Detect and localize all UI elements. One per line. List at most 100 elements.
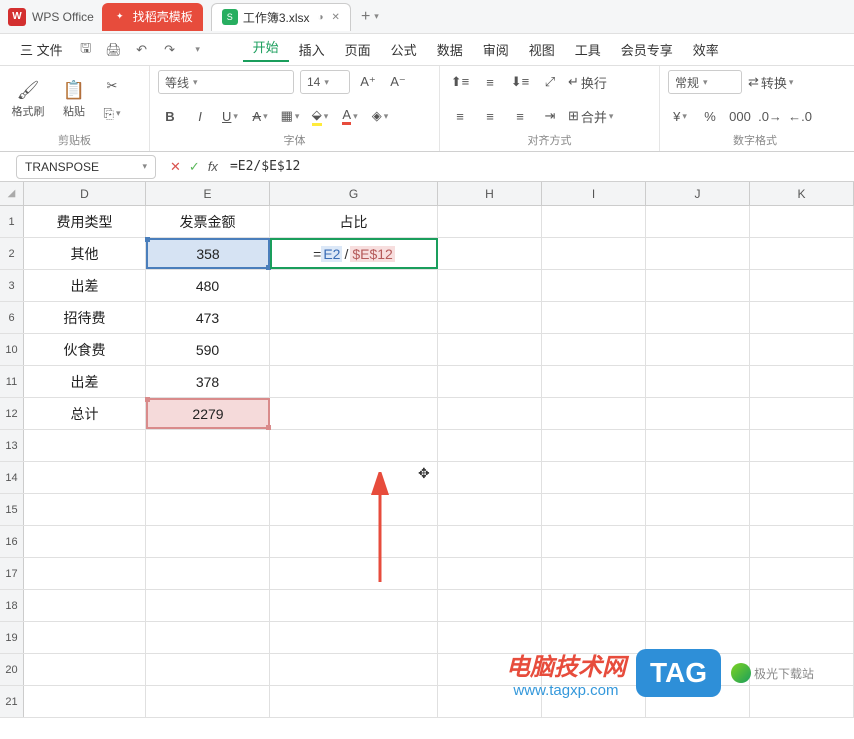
- spreadsheet-grid[interactable]: ◢ D E G H I J K 1费用类型发票金额占比2其他358= E2 / …: [0, 182, 854, 718]
- cell[interactable]: [750, 494, 854, 525]
- cell[interactable]: [146, 622, 270, 653]
- cell[interactable]: [146, 494, 270, 525]
- cell[interactable]: [270, 686, 438, 717]
- cell[interactable]: 出差: [24, 270, 146, 301]
- percent-button[interactable]: %: [698, 104, 722, 128]
- cut-button[interactable]: ✂: [100, 74, 124, 98]
- undo-icon[interactable]: ↶: [129, 37, 155, 63]
- font-grow-button[interactable]: A⁺: [356, 70, 380, 94]
- cell[interactable]: [646, 494, 750, 525]
- tab-view[interactable]: 视图: [519, 40, 565, 59]
- file-menu[interactable]: 三 文件: [10, 40, 73, 59]
- tab-data[interactable]: 数据: [427, 40, 473, 59]
- cell[interactable]: [24, 686, 146, 717]
- cell[interactable]: 招待费: [24, 302, 146, 333]
- currency-button[interactable]: ¥▾: [668, 104, 692, 128]
- print-icon[interactable]: 🖨: [101, 37, 127, 63]
- cell[interactable]: [750, 462, 854, 493]
- cell[interactable]: [438, 526, 542, 557]
- cell[interactable]: [542, 398, 646, 429]
- underline-button[interactable]: U▾: [218, 104, 242, 128]
- cell[interactable]: [146, 654, 270, 685]
- cell[interactable]: [146, 526, 270, 557]
- cell[interactable]: 473: [146, 302, 270, 333]
- cell[interactable]: [146, 558, 270, 589]
- italic-button[interactable]: I: [188, 104, 212, 128]
- cell[interactable]: = E2 / $E$12: [270, 238, 438, 269]
- tab-collab-icon[interactable]: ◑: [318, 12, 324, 23]
- cell[interactable]: [438, 206, 542, 237]
- tab-review[interactable]: 审阅: [473, 40, 519, 59]
- cell[interactable]: [270, 302, 438, 333]
- fx-icon[interactable]: fx: [208, 159, 218, 174]
- cell[interactable]: [24, 462, 146, 493]
- col-header[interactable]: E: [146, 182, 270, 205]
- cell[interactable]: [646, 302, 750, 333]
- fill-color-button[interactable]: ⬙▾: [308, 104, 332, 128]
- cell[interactable]: [646, 590, 750, 621]
- row-header[interactable]: 21: [0, 686, 24, 717]
- cell[interactable]: [750, 366, 854, 397]
- cell[interactable]: [750, 206, 854, 237]
- col-header[interactable]: J: [646, 182, 750, 205]
- cell[interactable]: [24, 430, 146, 461]
- cell[interactable]: 出差: [24, 366, 146, 397]
- cell[interactable]: [24, 494, 146, 525]
- tab-home[interactable]: 开始: [243, 37, 289, 62]
- cell[interactable]: [750, 526, 854, 557]
- row-header[interactable]: 13: [0, 430, 24, 461]
- cell[interactable]: [438, 462, 542, 493]
- cell[interactable]: [24, 622, 146, 653]
- cell[interactable]: [542, 302, 646, 333]
- cell[interactable]: [270, 366, 438, 397]
- cell[interactable]: 480: [146, 270, 270, 301]
- cell[interactable]: [542, 462, 646, 493]
- cell[interactable]: 总计: [24, 398, 146, 429]
- col-header[interactable]: H: [438, 182, 542, 205]
- cell[interactable]: [270, 398, 438, 429]
- cell[interactable]: [646, 206, 750, 237]
- qat-more-icon[interactable]: ▾: [185, 37, 211, 63]
- cell[interactable]: [646, 334, 750, 365]
- cell[interactable]: [646, 462, 750, 493]
- align-middle-button[interactable]: ≡: [478, 70, 502, 94]
- cell[interactable]: [146, 590, 270, 621]
- col-header[interactable]: G: [270, 182, 438, 205]
- cell[interactable]: [750, 238, 854, 269]
- cell[interactable]: [646, 238, 750, 269]
- cell[interactable]: [24, 526, 146, 557]
- formula-input[interactable]: =E2/$E$12: [230, 159, 300, 174]
- cell[interactable]: [646, 366, 750, 397]
- wrap-button[interactable]: ↵换行: [568, 70, 607, 94]
- cell[interactable]: [646, 526, 750, 557]
- dec-inc-button[interactable]: .0→: [758, 104, 782, 128]
- cell[interactable]: [542, 558, 646, 589]
- col-header[interactable]: K: [750, 182, 854, 205]
- cell[interactable]: [750, 302, 854, 333]
- cell[interactable]: [270, 558, 438, 589]
- cell[interactable]: 发票金额: [146, 206, 270, 237]
- cell[interactable]: [24, 654, 146, 685]
- font-shrink-button[interactable]: A⁻: [386, 70, 410, 94]
- cancel-formula-button[interactable]: ✕: [170, 159, 181, 175]
- col-header[interactable]: D: [24, 182, 146, 205]
- cell[interactable]: [438, 494, 542, 525]
- cell[interactable]: [270, 526, 438, 557]
- cell[interactable]: [542, 590, 646, 621]
- row-header[interactable]: 2: [0, 238, 24, 269]
- row-header[interactable]: 16: [0, 526, 24, 557]
- row-header[interactable]: 3: [0, 270, 24, 301]
- cell[interactable]: [270, 494, 438, 525]
- dec-dec-button[interactable]: ←.0: [788, 104, 812, 128]
- align-right-button[interactable]: ≡: [508, 104, 532, 128]
- cell[interactable]: 2279: [146, 398, 270, 429]
- bold-button[interactable]: B: [158, 104, 182, 128]
- style-button[interactable]: ◈▾: [368, 104, 392, 128]
- save-icon[interactable]: 🖫: [73, 37, 99, 63]
- cell[interactable]: [438, 238, 542, 269]
- cell[interactable]: 伙食费: [24, 334, 146, 365]
- tab-workbook[interactable]: S 工作簿3.xlsx ◑ ✕: [211, 3, 351, 31]
- cell[interactable]: [750, 430, 854, 461]
- tab-member[interactable]: 会员专享: [611, 40, 683, 59]
- row-header[interactable]: 6: [0, 302, 24, 333]
